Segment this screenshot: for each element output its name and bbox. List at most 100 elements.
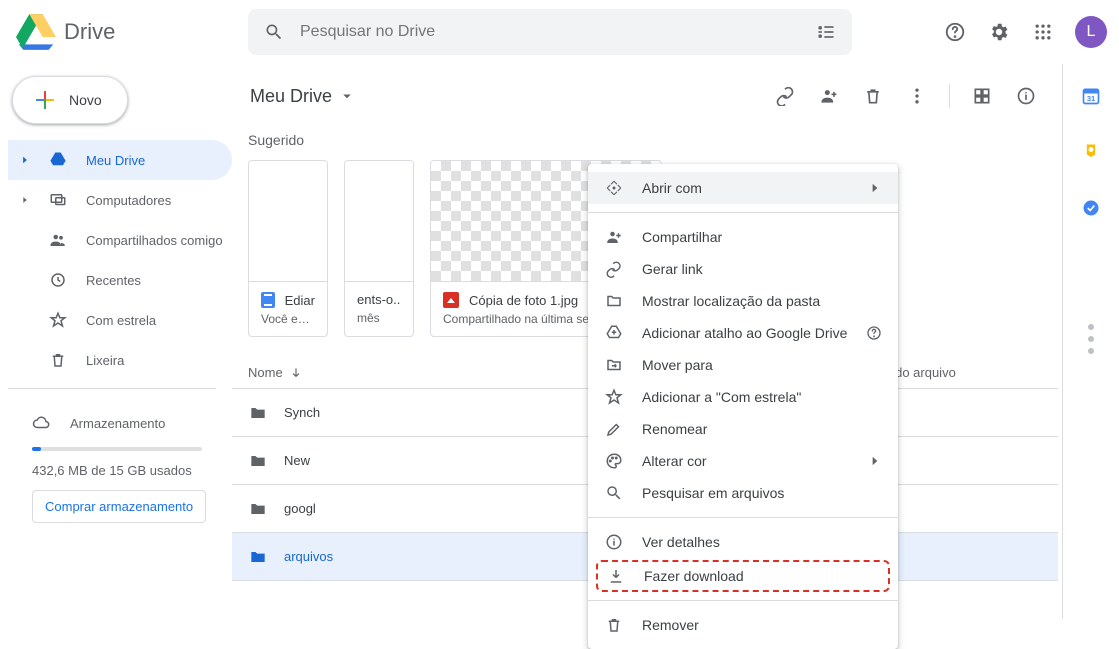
sidebar-item-storage[interactable]: Armazenamento [32, 403, 216, 443]
buy-storage-button[interactable]: Comprar armazenamento [32, 490, 206, 523]
ctx-search-within[interactable]: Pesquisar em arquivos [588, 477, 898, 509]
ctx-share[interactable]: Compartilhar [588, 221, 898, 253]
card-title: ents-o... [357, 292, 401, 307]
details-button[interactable] [1006, 76, 1046, 116]
sidebar-item-starred[interactable]: Com estrela [8, 300, 232, 340]
ctx-label: Fazer download [644, 568, 744, 584]
ctx-rename[interactable]: Renomear [588, 413, 898, 445]
ctx-open-with[interactable]: Abrir com [588, 172, 898, 204]
card-subtitle: Você editou n [261, 312, 315, 326]
new-button[interactable]: Novo [12, 76, 128, 124]
ctx-download[interactable]: Fazer download [596, 560, 890, 592]
shared-icon [48, 231, 68, 249]
ctx-label: Renomear [642, 421, 707, 437]
chevron-down-icon [338, 87, 356, 105]
star-icon [48, 311, 68, 329]
docs-icon [261, 292, 275, 308]
column-name[interactable]: Nome [248, 365, 283, 380]
chevron-right-icon [868, 181, 882, 195]
ctx-get-link[interactable]: Gerar link [588, 253, 898, 285]
sidebar-item-label: Meu Drive [86, 153, 145, 168]
sidebar-item-trash[interactable]: Lixeira [8, 340, 232, 380]
ctx-move-to[interactable]: Mover para [588, 349, 898, 381]
storage-used-text: 432,6 MB de 15 GB usados [32, 463, 216, 478]
card-title: Ediar [285, 293, 315, 308]
help-icon[interactable] [935, 12, 975, 52]
sidebar-item-computers[interactable]: Computadores [8, 180, 232, 220]
ctx-label: Remover [642, 617, 699, 633]
ctx-change-color[interactable]: Alterar cor [588, 445, 898, 477]
side-panel-more[interactable] [1088, 324, 1094, 354]
side-panel: 31 [1063, 64, 1119, 619]
sidebar-item-label: Com estrela [86, 313, 156, 328]
settings-icon[interactable] [979, 12, 1019, 52]
card-title: Cópia de foto 1.jpg [469, 293, 578, 308]
account-avatar[interactable]: L [1075, 16, 1107, 48]
star-icon [604, 388, 624, 406]
trash-icon [48, 351, 68, 369]
ctx-show-location[interactable]: Mostrar localização da pasta [588, 285, 898, 317]
share-button[interactable] [809, 76, 849, 116]
plus-icon [33, 88, 57, 112]
storage-bar [32, 447, 202, 451]
sidebar-item-my-drive[interactable]: Meu Drive [8, 140, 232, 180]
apps-icon[interactable] [1023, 12, 1063, 52]
brand[interactable]: Drive [16, 12, 248, 52]
move-icon [604, 356, 624, 374]
context-menu: Abrir com Compartilhar Gerar link Mostra… [588, 164, 898, 649]
get-link-button[interactable] [765, 76, 805, 116]
content: Meu Drive Sugerido Ediar Você editou n [232, 64, 1063, 619]
ctx-add-star[interactable]: Adicionar a "Com estrela" [588, 381, 898, 413]
computers-icon [48, 191, 68, 209]
cloud-icon [32, 414, 50, 432]
sidebar-item-label: Recentes [86, 273, 141, 288]
sidebar-item-label: Computadores [86, 193, 171, 208]
suggested-card[interactable]: ents-o... mês [344, 160, 414, 337]
ctx-remove[interactable]: Remover [588, 609, 898, 641]
search-icon[interactable] [254, 12, 294, 52]
grid-view-button[interactable] [962, 76, 1002, 116]
calendar-addon-icon[interactable]: 31 [1071, 76, 1111, 116]
storage-label: Armazenamento [70, 416, 165, 431]
file-name: googl [284, 501, 316, 516]
palette-icon [604, 452, 624, 470]
link-icon [604, 260, 624, 278]
file-name: Synch [284, 405, 320, 420]
new-button-label: Novo [69, 92, 102, 108]
suggested-card[interactable]: Ediar Você editou n [248, 160, 328, 337]
sidebar-item-label: Compartilhados comigo [86, 233, 223, 248]
ctx-label: Pesquisar em arquivos [642, 485, 784, 501]
keep-addon-icon[interactable] [1071, 132, 1111, 172]
help-icon [866, 325, 882, 341]
open-with-icon [604, 179, 624, 197]
folder-icon [248, 499, 268, 519]
sidebar-item-label: Lixeira [86, 353, 124, 368]
breadcrumb-my-drive[interactable]: Meu Drive [244, 82, 362, 111]
ctx-label: Mover para [642, 357, 713, 373]
sidebar-item-shared[interactable]: Compartilhados comigo [8, 220, 232, 260]
rename-icon [604, 420, 624, 438]
ctx-details[interactable]: Ver detalhes [588, 526, 898, 558]
download-icon [606, 567, 626, 585]
info-icon [604, 533, 624, 551]
more-actions-button[interactable] [897, 76, 937, 116]
chevron-right-icon [868, 454, 882, 468]
brand-name: Drive [64, 19, 115, 45]
ctx-add-shortcut[interactable]: Adicionar atalho ao Google Drive [588, 317, 898, 349]
search-options-icon[interactable] [806, 12, 846, 52]
ctx-label: Adicionar a "Com estrela" [642, 389, 801, 405]
ctx-label: Mostrar localização da pasta [642, 293, 820, 309]
share-icon [604, 228, 624, 246]
folder-outline-icon [604, 292, 624, 310]
tasks-addon-icon[interactable] [1071, 188, 1111, 228]
search-bar[interactable] [248, 9, 852, 55]
ctx-label: Adicionar atalho ao Google Drive [642, 325, 847, 341]
drive-icon [48, 151, 68, 169]
ctx-label: Gerar link [642, 261, 703, 277]
ctx-label: Abrir com [642, 180, 702, 196]
remove-button[interactable] [853, 76, 893, 116]
sidebar-item-recent[interactable]: Recentes [8, 260, 232, 300]
svg-text:31: 31 [1087, 94, 1095, 103]
search-input[interactable] [294, 23, 806, 41]
breadcrumb-label: Meu Drive [250, 86, 332, 107]
